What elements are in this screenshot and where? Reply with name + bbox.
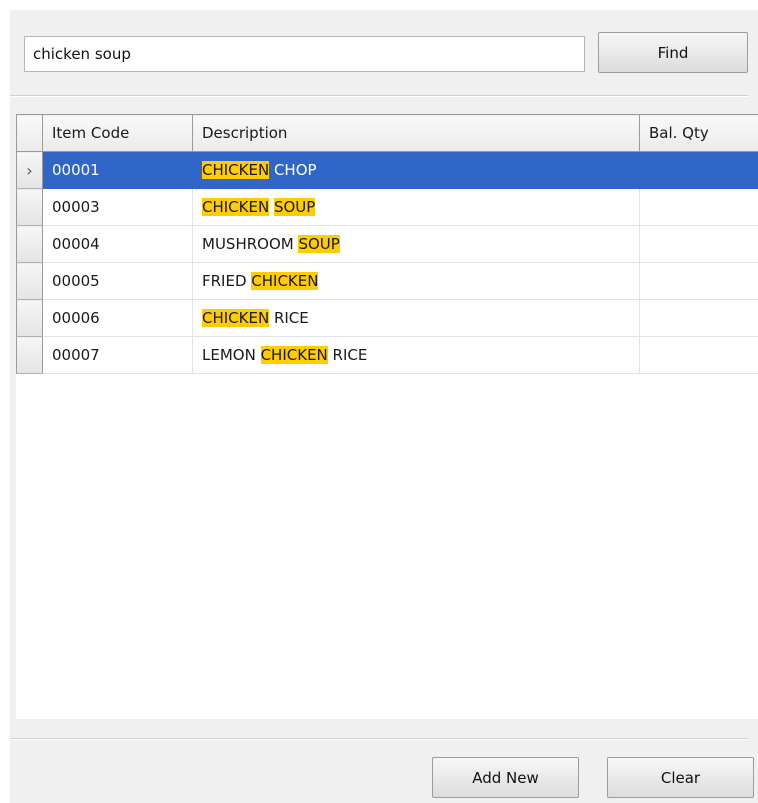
search-match-highlight: CHICKEN [251,272,319,290]
description-cell[interactable]: LEMON CHICKEN RICE [192,336,640,374]
description-text: RICE [327,346,368,364]
row-selector[interactable] [16,225,43,263]
column-header-item-code[interactable]: Item Code [42,114,193,152]
bal-qty-cell[interactable]: 0 [639,225,758,263]
description-cell[interactable]: CHICKEN CHOP [192,151,640,189]
find-button[interactable]: Find [598,32,748,73]
item-code-cell[interactable]: 00005 [42,262,193,300]
description-text: MUSHROOM [202,235,299,253]
items-grid[interactable]: Item Code Description Bal. Qty › 00001 CHI… [16,114,758,719]
table-row[interactable]: 00007LEMON CHICKEN RICE0 [16,336,758,374]
description-text: FRIED [202,272,252,290]
table-row[interactable]: 00004MUSHROOM SOUP0 [16,225,758,263]
chevron-right-icon: › [26,160,33,180]
table-row[interactable]: ›00001CHICKEN CHOP0 [16,151,758,189]
row-selector[interactable] [16,262,43,300]
row-header-corner [16,114,43,152]
item-code-cell[interactable]: 00007 [42,336,193,374]
description-cell[interactable]: CHICKEN RICE [192,299,640,337]
bal-qty-cell[interactable]: 0 [639,336,758,374]
description-cell[interactable]: MUSHROOM SOUP [192,225,640,263]
row-selector[interactable] [16,299,43,337]
bal-qty-cell[interactable]: 0 [639,188,758,226]
row-selector[interactable] [16,188,43,226]
description-text: RICE [269,309,309,327]
search-match-highlight: SOUP [298,235,340,253]
row-selector[interactable]: › [16,151,43,189]
search-match-highlight: CHICKEN [202,198,270,216]
table-row[interactable]: 00005FRIED CHICKEN0 [16,262,758,300]
column-header-bal-qty[interactable]: Bal. Qty [639,114,758,152]
search-match-highlight: CHICKEN [202,309,270,327]
table-row[interactable]: 00006CHICKEN RICE0 [16,299,758,337]
item-code-cell[interactable]: 00006 [42,299,193,337]
add-new-button[interactable]: Add New [432,757,579,798]
search-input[interactable] [24,36,585,72]
divider [10,738,748,740]
item-code-cell[interactable]: 00001 [42,151,193,189]
grid-header-row: Item Code Description Bal. Qty [16,114,758,152]
description-cell[interactable]: FRIED CHICKEN [192,262,640,300]
item-code-cell[interactable]: 00004 [42,225,193,263]
search-match-highlight: CHICKEN [202,161,270,179]
bal-qty-cell[interactable]: 0 [639,299,758,337]
description-text: LEMON [202,346,261,364]
description-text: CHOP [269,161,317,179]
divider [10,95,748,97]
bal-qty-cell[interactable]: 0 [639,262,758,300]
item-code-cell[interactable]: 00003 [42,188,193,226]
search-match-highlight: SOUP [273,198,316,216]
column-header-description[interactable]: Description [192,114,640,152]
table-row[interactable]: 00003CHICKEN SOUP0 [16,188,758,226]
row-selector[interactable] [16,336,43,374]
bal-qty-cell[interactable]: 0 [639,151,758,189]
clear-button[interactable]: Clear [607,757,754,798]
description-cell[interactable]: CHICKEN SOUP [192,188,640,226]
search-match-highlight: CHICKEN [260,346,328,364]
